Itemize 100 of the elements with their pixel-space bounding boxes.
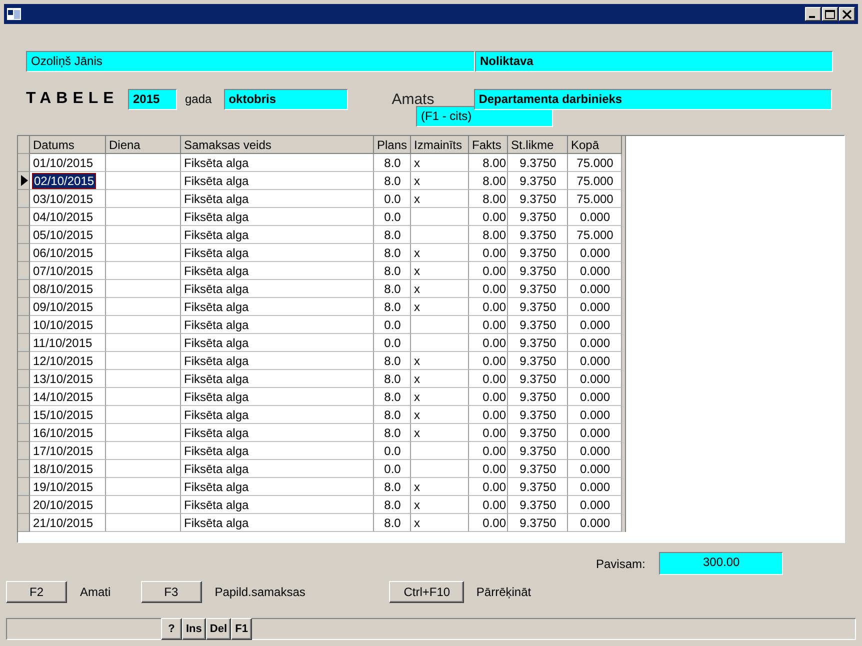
- table-cell: 8.0: [374, 496, 411, 514]
- shortcut-label: Pārrēķināt: [476, 585, 532, 599]
- table-cell: x: [411, 388, 469, 406]
- table-cell: 8.0: [374, 388, 411, 406]
- column-header[interactable]: Datums: [30, 136, 106, 154]
- table-cell: 8.0: [374, 172, 411, 190]
- month-field[interactable]: oktobris: [224, 88, 348, 110]
- table-cell: x: [411, 478, 469, 496]
- table-cell: Fiksēta alga: [181, 370, 374, 388]
- shortcut-button[interactable]: F2: [6, 581, 67, 603]
- table-cell: Fiksēta alga: [181, 406, 374, 424]
- toolbar-button[interactable]: Ins: [182, 618, 206, 640]
- table-cell: 08/10/2015: [30, 280, 106, 298]
- table-cell: Fiksēta alga: [181, 442, 374, 460]
- table-cell: 02/10/2015: [30, 172, 106, 190]
- table-cell: 16/10/2015: [30, 424, 106, 442]
- table-cell: 9.3750: [508, 244, 568, 262]
- table-cell: 9.3750: [508, 460, 568, 478]
- shortcut-button[interactable]: F3: [140, 581, 202, 603]
- table-cell: 9.3750: [508, 370, 568, 388]
- table-cell: 9.3750: [508, 388, 568, 406]
- shortcut-button[interactable]: Ctrl+F10: [389, 581, 464, 603]
- close-button[interactable]: [839, 7, 855, 21]
- table-cell: 9.3750: [508, 280, 568, 298]
- column-header[interactable]: Kopā: [568, 136, 622, 154]
- table-cell: x: [411, 298, 469, 316]
- form-title: TABELE: [26, 90, 120, 108]
- maximize-icon: [825, 10, 835, 18]
- table-cell: 8.00: [469, 172, 508, 190]
- table-cell: 0.00: [469, 514, 508, 532]
- table-cell: x: [411, 406, 469, 424]
- table-cell: 9.3750: [508, 424, 568, 442]
- column-header[interactable]: Plans: [374, 136, 411, 154]
- window-icon: [7, 8, 21, 20]
- table-cell: 8.0: [374, 478, 411, 496]
- table-cell: Fiksēta alga: [181, 460, 374, 478]
- table-cell: 05/10/2015: [30, 226, 106, 244]
- table-cell: 9.3750: [508, 496, 568, 514]
- table-cell: 8.0: [374, 370, 411, 388]
- table-cell: 8.00: [469, 190, 508, 208]
- table-cell: 8.0: [374, 226, 411, 244]
- table-cell: x: [411, 370, 469, 388]
- table-cell: Fiksēta alga: [181, 280, 374, 298]
- column-header[interactable]: Fakts: [469, 136, 508, 154]
- table-cell: 9.3750: [508, 226, 568, 244]
- total-label: Pavisam:: [596, 556, 646, 570]
- table-cell: 8.0: [374, 352, 411, 370]
- table-cell: 0.00: [469, 370, 508, 388]
- total-field: 300.00: [659, 552, 784, 575]
- minimize-icon: [809, 16, 815, 18]
- minimize-button[interactable]: [805, 7, 821, 21]
- table-cell: 0.00: [469, 352, 508, 370]
- table-cell: 9.3750: [508, 316, 568, 334]
- maximize-button[interactable]: [822, 7, 838, 21]
- shortcut-label: Amati: [80, 585, 111, 599]
- table-cell: 9.3750: [508, 262, 568, 280]
- table-cell: Fiksēta alga: [181, 478, 374, 496]
- table-cell: 9.3750: [508, 478, 568, 496]
- table-cell: Fiksēta alga: [181, 208, 374, 226]
- table-cell: 18/10/2015: [30, 460, 106, 478]
- table-cell: 06/10/2015: [30, 244, 106, 262]
- table-cell: 0.00: [469, 388, 508, 406]
- table-cell: 8.0: [374, 514, 411, 532]
- table-cell: Fiksēta alga: [181, 154, 374, 172]
- position-field[interactable]: Departamenta darbinieks: [474, 88, 832, 110]
- table-cell: 8.0: [374, 298, 411, 316]
- table-cell: [411, 442, 469, 460]
- table-cell: x: [411, 352, 469, 370]
- table-cell: 0.0: [374, 460, 411, 478]
- department-field[interactable]: Noliktava: [475, 51, 833, 72]
- column-header[interactable]: Samaksas veids: [181, 136, 374, 154]
- row-header[interactable]: [18, 172, 30, 190]
- table-cell: 09/10/2015: [30, 298, 106, 316]
- toolbar-button[interactable]: F1: [231, 618, 252, 640]
- column-header[interactable]: St.likme: [508, 136, 568, 154]
- table-cell: 8.0: [374, 262, 411, 280]
- table-cell: [411, 208, 469, 226]
- table-cell: Fiksēta alga: [181, 190, 374, 208]
- year-field[interactable]: 2015: [128, 88, 177, 110]
- table-cell: 0.00: [469, 208, 508, 226]
- column-header[interactable]: Izmainīts: [411, 136, 469, 154]
- table-cell: 8.0: [374, 244, 411, 262]
- table-cell: 0.00: [469, 298, 508, 316]
- table-cell: [411, 460, 469, 478]
- employee-field[interactable]: Ozoliņš Jānis: [26, 51, 475, 72]
- table-cell: 9.3750: [508, 334, 568, 352]
- toolbar-button[interactable]: Del: [206, 618, 232, 640]
- table-cell: 8.00: [469, 226, 508, 244]
- table-cell: 07/10/2015: [30, 262, 106, 280]
- table-cell: 0.00: [469, 478, 508, 496]
- table-cell: Fiksēta alga: [181, 316, 374, 334]
- toolbar-button[interactable]: ?: [161, 618, 182, 640]
- close-icon: [842, 10, 852, 18]
- table-cell: 17/10/2015: [30, 442, 106, 460]
- table-cell: 10/10/2015: [30, 316, 106, 334]
- table-cell: Fiksēta alga: [181, 424, 374, 442]
- column-header[interactable]: Diena: [106, 136, 181, 154]
- table-cell: Fiksēta alga: [181, 352, 374, 370]
- table-cell: Fiksēta alga: [181, 388, 374, 406]
- table-cell: Fiksēta alga: [181, 298, 374, 316]
